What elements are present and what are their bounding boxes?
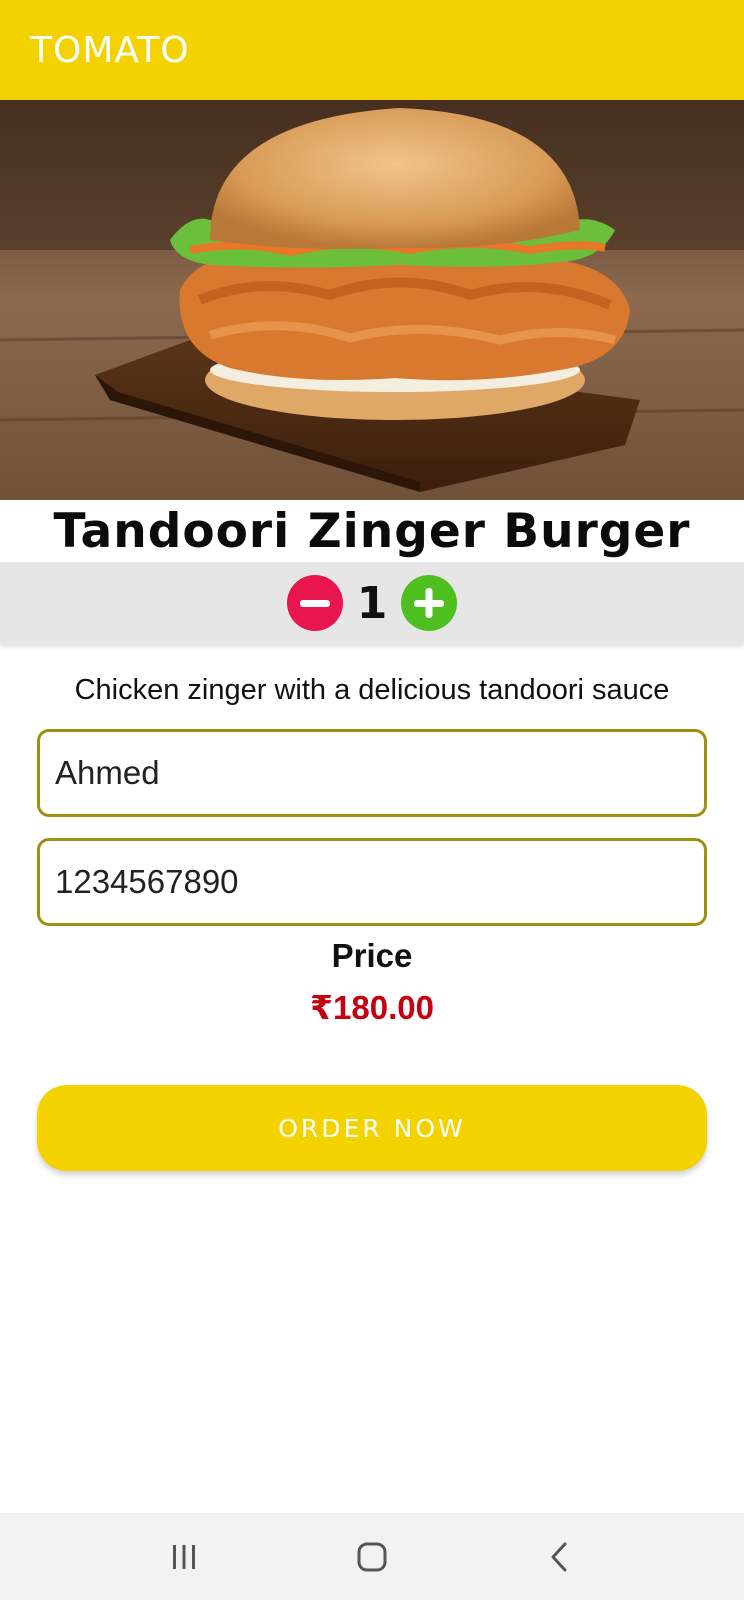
product-image	[0, 100, 744, 500]
product-description: Chicken zinger with a delicious tandoori…	[74, 674, 670, 706]
recents-icon[interactable]	[144, 1527, 224, 1587]
back-icon[interactable]	[520, 1527, 600, 1587]
product-title: Tandoori Zinger Burger	[53, 503, 691, 559]
order-now-button[interactable]: ORDER NOW	[37, 1085, 707, 1171]
price-value: ₹180.00	[310, 989, 434, 1026]
plus-circle-icon[interactable]	[401, 575, 458, 631]
phone-input[interactable]	[55, 863, 704, 901]
name-field[interactable]	[37, 729, 707, 817]
product-title-band: Tandoori Zinger Burger	[0, 500, 744, 562]
quantity-value: 1	[356, 577, 388, 629]
app-bar: TOMATO	[0, 0, 744, 100]
minus-circle-icon[interactable]	[286, 575, 343, 631]
phone-field[interactable]	[37, 838, 707, 926]
system-navigation-bar	[0, 1513, 744, 1600]
quantity-selector: 1	[0, 562, 744, 644]
home-icon[interactable]	[332, 1527, 412, 1587]
price-label: Price	[331, 937, 413, 974]
app-title: TOMATO	[30, 29, 190, 71]
name-input[interactable]	[55, 754, 704, 792]
